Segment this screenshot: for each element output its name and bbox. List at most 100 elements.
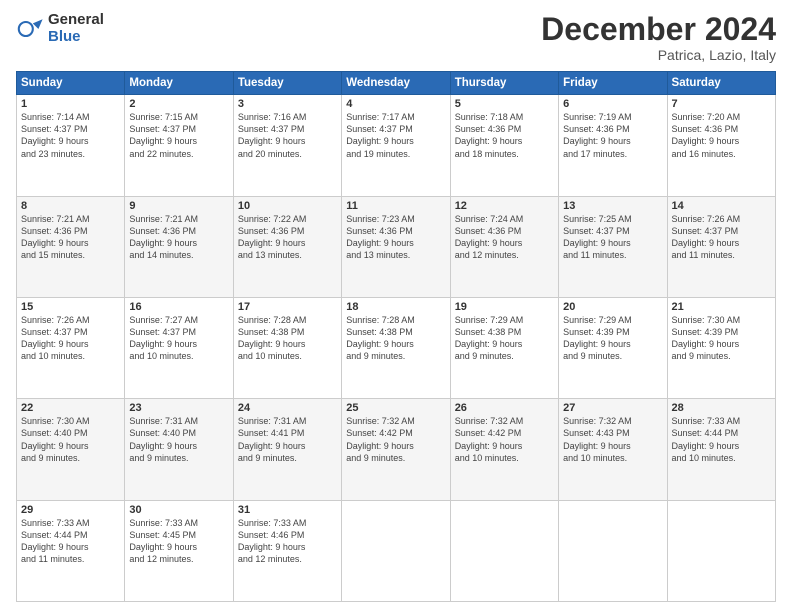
day-number: 22 [21, 402, 120, 414]
day-info: Sunrise: 7:33 AM Sunset: 4:46 PM Dayligh… [238, 517, 337, 566]
day-number: 10 [238, 200, 337, 212]
calendar-cell: 14Sunrise: 7:26 AM Sunset: 4:37 PM Dayli… [667, 196, 775, 297]
day-number: 15 [21, 301, 120, 313]
day-number: 9 [129, 200, 228, 212]
calendar-header-thursday: Thursday [450, 72, 558, 95]
day-info: Sunrise: 7:16 AM Sunset: 4:37 PM Dayligh… [238, 111, 337, 160]
day-number: 17 [238, 301, 337, 313]
calendar-cell: 26Sunrise: 7:32 AM Sunset: 4:42 PM Dayli… [450, 399, 558, 500]
title-month: December 2024 [541, 12, 776, 47]
logo: General Blue [16, 12, 104, 45]
day-info: Sunrise: 7:32 AM Sunset: 4:43 PM Dayligh… [563, 415, 662, 464]
day-number: 4 [346, 98, 445, 110]
day-info: Sunrise: 7:21 AM Sunset: 4:36 PM Dayligh… [21, 213, 120, 262]
day-number: 31 [238, 504, 337, 516]
day-info: Sunrise: 7:17 AM Sunset: 4:37 PM Dayligh… [346, 111, 445, 160]
day-number: 14 [672, 200, 771, 212]
calendar-cell: 17Sunrise: 7:28 AM Sunset: 4:38 PM Dayli… [233, 297, 341, 398]
day-number: 8 [21, 200, 120, 212]
calendar-cell: 23Sunrise: 7:31 AM Sunset: 4:40 PM Dayli… [125, 399, 233, 500]
day-info: Sunrise: 7:33 AM Sunset: 4:45 PM Dayligh… [129, 517, 228, 566]
day-number: 26 [455, 402, 554, 414]
day-number: 20 [563, 301, 662, 313]
day-info: Sunrise: 7:31 AM Sunset: 4:40 PM Dayligh… [129, 415, 228, 464]
day-info: Sunrise: 7:29 AM Sunset: 4:38 PM Dayligh… [455, 314, 554, 363]
calendar-cell: 3Sunrise: 7:16 AM Sunset: 4:37 PM Daylig… [233, 95, 341, 196]
day-number: 30 [129, 504, 228, 516]
calendar-cell: 31Sunrise: 7:33 AM Sunset: 4:46 PM Dayli… [233, 500, 341, 601]
calendar-cell: 20Sunrise: 7:29 AM Sunset: 4:39 PM Dayli… [559, 297, 667, 398]
day-info: Sunrise: 7:28 AM Sunset: 4:38 PM Dayligh… [238, 314, 337, 363]
day-number: 24 [238, 402, 337, 414]
calendar-header-sunday: Sunday [17, 72, 125, 95]
day-info: Sunrise: 7:26 AM Sunset: 4:37 PM Dayligh… [21, 314, 120, 363]
calendar-cell: 21Sunrise: 7:30 AM Sunset: 4:39 PM Dayli… [667, 297, 775, 398]
calendar-week-2: 8Sunrise: 7:21 AM Sunset: 4:36 PM Daylig… [17, 196, 776, 297]
calendar-cell: 9Sunrise: 7:21 AM Sunset: 4:36 PM Daylig… [125, 196, 233, 297]
calendar-week-1: 1Sunrise: 7:14 AM Sunset: 4:37 PM Daylig… [17, 95, 776, 196]
day-info: Sunrise: 7:18 AM Sunset: 4:36 PM Dayligh… [455, 111, 554, 160]
day-info: Sunrise: 7:15 AM Sunset: 4:37 PM Dayligh… [129, 111, 228, 160]
day-info: Sunrise: 7:19 AM Sunset: 4:36 PM Dayligh… [563, 111, 662, 160]
day-number: 21 [672, 301, 771, 313]
calendar-cell: 6Sunrise: 7:19 AM Sunset: 4:36 PM Daylig… [559, 95, 667, 196]
calendar-cell: 24Sunrise: 7:31 AM Sunset: 4:41 PM Dayli… [233, 399, 341, 500]
day-info: Sunrise: 7:27 AM Sunset: 4:37 PM Dayligh… [129, 314, 228, 363]
day-number: 27 [563, 402, 662, 414]
day-info: Sunrise: 7:25 AM Sunset: 4:37 PM Dayligh… [563, 213, 662, 262]
day-info: Sunrise: 7:30 AM Sunset: 4:39 PM Dayligh… [672, 314, 771, 363]
calendar-cell: 8Sunrise: 7:21 AM Sunset: 4:36 PM Daylig… [17, 196, 125, 297]
calendar-cell: 4Sunrise: 7:17 AM Sunset: 4:37 PM Daylig… [342, 95, 450, 196]
calendar-cell: 19Sunrise: 7:29 AM Sunset: 4:38 PM Dayli… [450, 297, 558, 398]
day-info: Sunrise: 7:23 AM Sunset: 4:36 PM Dayligh… [346, 213, 445, 262]
day-info: Sunrise: 7:30 AM Sunset: 4:40 PM Dayligh… [21, 415, 120, 464]
logo-blue: Blue [48, 29, 104, 46]
day-number: 13 [563, 200, 662, 212]
day-info: Sunrise: 7:33 AM Sunset: 4:44 PM Dayligh… [672, 415, 771, 464]
calendar-cell: 29Sunrise: 7:33 AM Sunset: 4:44 PM Dayli… [17, 500, 125, 601]
calendar-header-saturday: Saturday [667, 72, 775, 95]
calendar-cell: 10Sunrise: 7:22 AM Sunset: 4:36 PM Dayli… [233, 196, 341, 297]
calendar-cell: 13Sunrise: 7:25 AM Sunset: 4:37 PM Dayli… [559, 196, 667, 297]
day-number: 12 [455, 200, 554, 212]
calendar-cell: 2Sunrise: 7:15 AM Sunset: 4:37 PM Daylig… [125, 95, 233, 196]
day-number: 16 [129, 301, 228, 313]
calendar-cell: 5Sunrise: 7:18 AM Sunset: 4:36 PM Daylig… [450, 95, 558, 196]
calendar-cell [559, 500, 667, 601]
day-info: Sunrise: 7:33 AM Sunset: 4:44 PM Dayligh… [21, 517, 120, 566]
day-info: Sunrise: 7:28 AM Sunset: 4:38 PM Dayligh… [346, 314, 445, 363]
calendar-cell [342, 500, 450, 601]
calendar-cell: 28Sunrise: 7:33 AM Sunset: 4:44 PM Dayli… [667, 399, 775, 500]
calendar-cell [667, 500, 775, 601]
calendar-header-row: SundayMondayTuesdayWednesdayThursdayFrid… [17, 72, 776, 95]
calendar-header-wednesday: Wednesday [342, 72, 450, 95]
calendar-cell: 7Sunrise: 7:20 AM Sunset: 4:36 PM Daylig… [667, 95, 775, 196]
day-number: 5 [455, 98, 554, 110]
calendar-cell: 25Sunrise: 7:32 AM Sunset: 4:42 PM Dayli… [342, 399, 450, 500]
day-number: 19 [455, 301, 554, 313]
calendar-cell: 15Sunrise: 7:26 AM Sunset: 4:37 PM Dayli… [17, 297, 125, 398]
day-info: Sunrise: 7:32 AM Sunset: 4:42 PM Dayligh… [455, 415, 554, 464]
calendar-cell: 16Sunrise: 7:27 AM Sunset: 4:37 PM Dayli… [125, 297, 233, 398]
calendar-cell: 22Sunrise: 7:30 AM Sunset: 4:40 PM Dayli… [17, 399, 125, 500]
title-location: Patrica, Lazio, Italy [541, 47, 776, 63]
day-number: 2 [129, 98, 228, 110]
day-number: 6 [563, 98, 662, 110]
title-block: December 2024 Patrica, Lazio, Italy [541, 12, 776, 63]
logo-icon [16, 15, 44, 43]
calendar-week-3: 15Sunrise: 7:26 AM Sunset: 4:37 PM Dayli… [17, 297, 776, 398]
calendar-cell: 11Sunrise: 7:23 AM Sunset: 4:36 PM Dayli… [342, 196, 450, 297]
calendar-cell [450, 500, 558, 601]
calendar-header-monday: Monday [125, 72, 233, 95]
day-info: Sunrise: 7:32 AM Sunset: 4:42 PM Dayligh… [346, 415, 445, 464]
header: General Blue December 2024 Patrica, Lazi… [16, 12, 776, 63]
day-number: 23 [129, 402, 228, 414]
day-number: 3 [238, 98, 337, 110]
day-info: Sunrise: 7:21 AM Sunset: 4:36 PM Dayligh… [129, 213, 228, 262]
day-number: 1 [21, 98, 120, 110]
day-number: 11 [346, 200, 445, 212]
day-info: Sunrise: 7:29 AM Sunset: 4:39 PM Dayligh… [563, 314, 662, 363]
day-info: Sunrise: 7:26 AM Sunset: 4:37 PM Dayligh… [672, 213, 771, 262]
calendar-header-friday: Friday [559, 72, 667, 95]
page: General Blue December 2024 Patrica, Lazi… [0, 0, 792, 612]
